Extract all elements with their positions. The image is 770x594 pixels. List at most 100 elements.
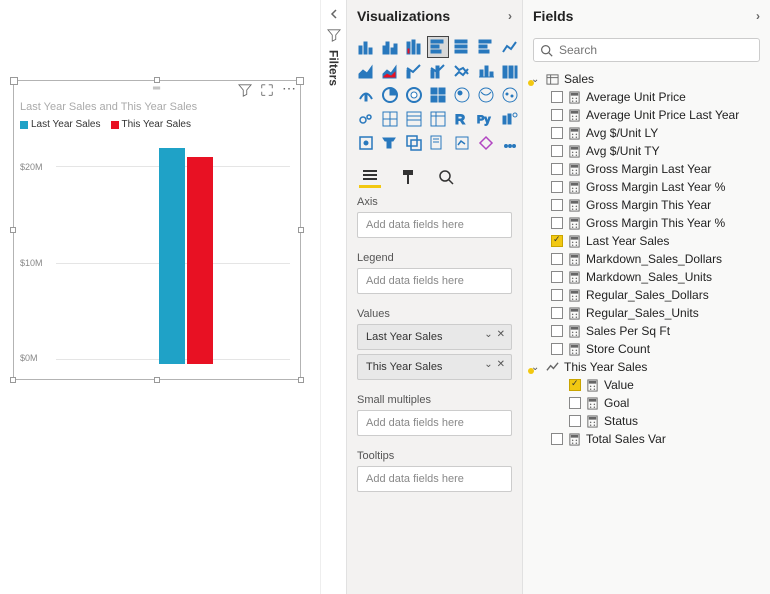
- viz-type-icon[interactable]: [499, 132, 521, 154]
- viz-type-icon[interactable]: [403, 84, 425, 106]
- field-item[interactable]: Regular_Sales_Units: [529, 304, 764, 322]
- field-checkbox[interactable]: [551, 343, 563, 355]
- viz-type-icon[interactable]: [499, 84, 521, 106]
- bar-last-year[interactable]: [159, 148, 185, 364]
- viz-type-icon[interactable]: [427, 36, 449, 58]
- field-checkbox[interactable]: [551, 433, 563, 445]
- field-checkbox[interactable]: [551, 289, 563, 301]
- more-options-icon[interactable]: ⋯: [282, 83, 296, 97]
- viz-type-icon[interactable]: [379, 36, 401, 58]
- viz-type-icon[interactable]: [427, 60, 449, 82]
- small-multiples-well[interactable]: Add data fields here: [357, 410, 512, 436]
- chevron-right-icon[interactable]: ›: [508, 9, 512, 23]
- field-item[interactable]: Gross Margin Last Year: [529, 160, 764, 178]
- field-checkbox[interactable]: [551, 271, 563, 283]
- field-item[interactable]: Store Count: [529, 340, 764, 358]
- chart-visual-container[interactable]: ═ ⋯ Last Year Sales and This Year Sales …: [13, 80, 301, 380]
- filter-icon[interactable]: [238, 83, 252, 97]
- field-checkbox[interactable]: [551, 217, 563, 229]
- viz-type-icon[interactable]: [451, 132, 473, 154]
- viz-type-icon[interactable]: Py: [475, 108, 497, 130]
- viz-type-icon[interactable]: [379, 84, 401, 106]
- viz-type-icon[interactable]: [475, 60, 497, 82]
- viz-type-icon[interactable]: [403, 132, 425, 154]
- field-checkbox[interactable]: [569, 379, 581, 391]
- field-item[interactable]: Average Unit Price: [529, 88, 764, 106]
- viz-type-icon[interactable]: [355, 60, 377, 82]
- field-item[interactable]: Avg $/Unit LY: [529, 124, 764, 142]
- field-item[interactable]: Avg $/Unit TY: [529, 142, 764, 160]
- field-item[interactable]: Value: [529, 376, 764, 394]
- field-checkbox[interactable]: [551, 199, 563, 211]
- field-checkbox[interactable]: [551, 109, 563, 121]
- viz-type-icon[interactable]: [499, 108, 521, 130]
- viz-type-icon[interactable]: [451, 60, 473, 82]
- field-checkbox[interactable]: [551, 181, 563, 193]
- viz-type-icon[interactable]: [379, 60, 401, 82]
- field-item[interactable]: Total Sales Var: [529, 430, 764, 448]
- values-well-item[interactable]: This Year Sales⌄✕: [357, 354, 512, 380]
- field-checkbox[interactable]: [551, 145, 563, 157]
- table-row[interactable]: ⌄Sales: [529, 70, 764, 88]
- viz-type-icon[interactable]: [355, 36, 377, 58]
- field-checkbox[interactable]: [551, 91, 563, 103]
- values-well-item[interactable]: Last Year Sales⌄✕: [357, 324, 512, 350]
- field-item[interactable]: Status: [529, 412, 764, 430]
- fields-tab[interactable]: [359, 166, 381, 188]
- viz-type-icon[interactable]: [355, 132, 377, 154]
- field-item[interactable]: Gross Margin Last Year %: [529, 178, 764, 196]
- report-canvas[interactable]: ═ ⋯ Last Year Sales and This Year Sales …: [0, 0, 320, 594]
- viz-type-icon[interactable]: [427, 132, 449, 154]
- axis-well[interactable]: Add data fields here: [357, 212, 512, 238]
- viz-type-icon[interactable]: [379, 132, 401, 154]
- viz-type-icon[interactable]: [475, 36, 497, 58]
- fields-search[interactable]: [533, 38, 760, 62]
- chevron-left-icon[interactable]: [328, 8, 340, 20]
- viz-type-icon[interactable]: [451, 84, 473, 106]
- viz-type-icon[interactable]: [355, 108, 377, 130]
- field-checkbox[interactable]: [551, 325, 563, 337]
- chevron-down-icon[interactable]: ⌄: [484, 329, 492, 340]
- field-item[interactable]: Average Unit Price Last Year: [529, 106, 764, 124]
- field-item[interactable]: Regular_Sales_Dollars: [529, 286, 764, 304]
- drag-grip-icon[interactable]: ═: [153, 83, 161, 94]
- remove-icon[interactable]: ✕: [497, 329, 505, 340]
- field-item[interactable]: Goal: [529, 394, 764, 412]
- filters-icon[interactable]: [327, 28, 341, 42]
- field-checkbox[interactable]: [551, 163, 563, 175]
- viz-type-icon[interactable]: [475, 132, 497, 154]
- viz-type-icon[interactable]: [403, 36, 425, 58]
- field-checkbox[interactable]: [551, 235, 563, 247]
- viz-type-icon[interactable]: [403, 60, 425, 82]
- field-checkbox[interactable]: [569, 397, 581, 409]
- format-tab[interactable]: [397, 166, 419, 188]
- analytics-tab[interactable]: [435, 166, 457, 188]
- bar-this-year[interactable]: [187, 157, 213, 364]
- chevron-right-icon[interactable]: ›: [756, 9, 760, 23]
- field-checkbox[interactable]: [569, 415, 581, 427]
- field-item[interactable]: Markdown_Sales_Dollars: [529, 250, 764, 268]
- viz-type-icon[interactable]: [475, 84, 497, 106]
- viz-type-icon[interactable]: R: [451, 108, 473, 130]
- viz-type-icon[interactable]: [499, 36, 521, 58]
- field-item[interactable]: Gross Margin This Year: [529, 196, 764, 214]
- viz-type-icon[interactable]: [499, 60, 521, 82]
- field-item[interactable]: Gross Margin This Year %: [529, 214, 764, 232]
- field-checkbox[interactable]: [551, 253, 563, 265]
- filters-pane-collapsed[interactable]: Filters: [320, 0, 346, 594]
- viz-type-icon[interactable]: [451, 36, 473, 58]
- viz-type-icon[interactable]: [379, 108, 401, 130]
- viz-type-icon[interactable]: [427, 108, 449, 130]
- remove-icon[interactable]: ✕: [497, 359, 505, 370]
- table-row[interactable]: ⌄This Year Sales: [529, 358, 764, 376]
- focus-mode-icon[interactable]: [260, 83, 274, 97]
- field-checkbox[interactable]: [551, 127, 563, 139]
- field-checkbox[interactable]: [551, 307, 563, 319]
- field-item[interactable]: Sales Per Sq Ft: [529, 322, 764, 340]
- viz-type-icon[interactable]: [355, 84, 377, 106]
- legend-well[interactable]: Add data fields here: [357, 268, 512, 294]
- viz-type-icon[interactable]: [427, 84, 449, 106]
- field-item[interactable]: Last Year Sales: [529, 232, 764, 250]
- field-item[interactable]: Markdown_Sales_Units: [529, 268, 764, 286]
- search-input[interactable]: [559, 43, 753, 57]
